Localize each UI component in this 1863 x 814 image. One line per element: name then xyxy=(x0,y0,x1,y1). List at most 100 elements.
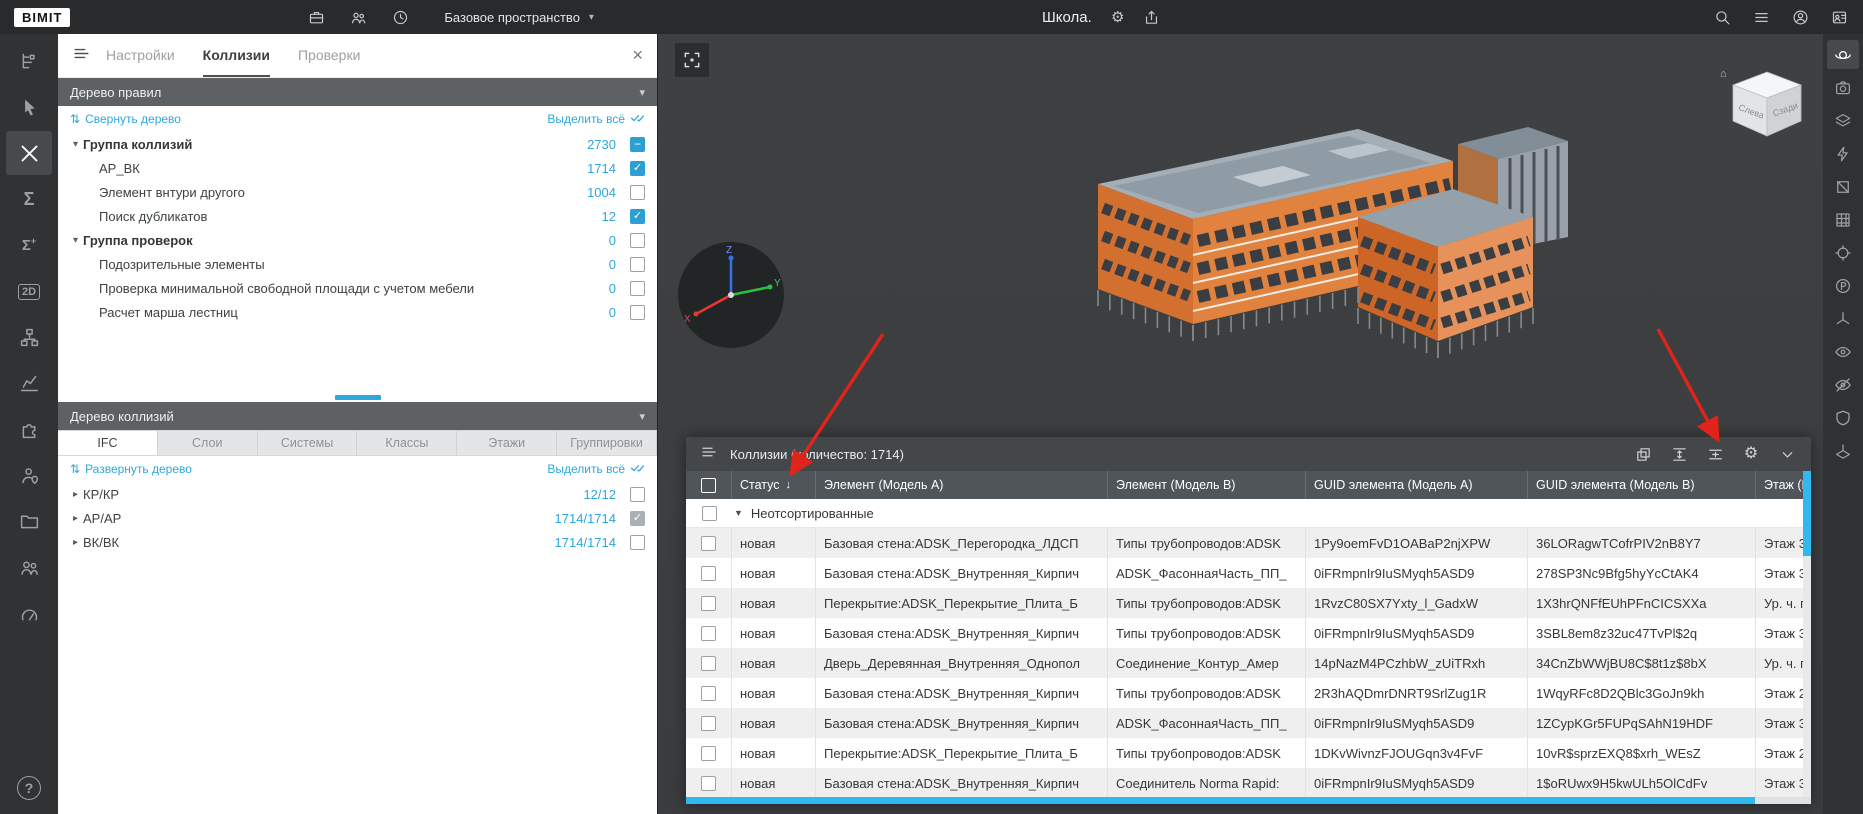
horizontal-scrollbar-thumb[interactable] xyxy=(686,797,1755,804)
checkbox[interactable]: ✓ xyxy=(630,208,645,224)
select-tool-icon[interactable] xyxy=(6,85,52,129)
table-row[interactable]: новая Базовая стена:ADSK_Перегородка_ЛДСП… xyxy=(686,528,1811,558)
checkbox[interactable] xyxy=(630,486,645,502)
group-collapse-triangle-icon[interactable]: ▼ xyxy=(734,508,743,518)
table-row[interactable]: новая Базовая стена:ADSK_Внутренняя_Кирпи… xyxy=(686,618,1811,648)
2d-icon[interactable]: 2D xyxy=(6,269,52,313)
checkbox[interactable] xyxy=(701,655,716,671)
grid-icon[interactable] xyxy=(1827,205,1859,234)
team-icon[interactable] xyxy=(348,7,368,27)
checkbox[interactable]: − xyxy=(630,136,645,152)
table-row[interactable]: новая Базовая стена:ADSK_Внутренняя_Кирпи… xyxy=(686,678,1811,708)
table-row[interactable]: новая Перекрытие:ADSK_Перекрытие_Плита_Б Т… xyxy=(686,738,1811,768)
layers-icon[interactable] xyxy=(1827,106,1859,135)
checkbox[interactable] xyxy=(701,625,716,641)
select-all-link[interactable]: Выделить всё xyxy=(547,460,645,478)
checkbox[interactable] xyxy=(701,565,716,581)
workspace-dropdown[interactable]: Базовое пространство ▾ xyxy=(444,10,594,25)
target-icon[interactable] xyxy=(1827,238,1859,267)
panel-tab-0[interactable]: Настройки xyxy=(106,34,175,77)
select-all-link[interactable]: Выделить всё xyxy=(547,110,645,128)
eye-icon[interactable] xyxy=(1827,337,1859,366)
checkbox[interactable] xyxy=(701,685,716,701)
person-location-icon[interactable] xyxy=(6,453,52,497)
navigation-gizmo[interactable]: Z Y X xyxy=(676,240,786,350)
briefcase-icon[interactable] xyxy=(306,7,326,27)
row-height-icon[interactable] xyxy=(1669,444,1689,464)
rules-tree-item[interactable]: Подозрительные элементы 0 xyxy=(58,252,657,276)
close-icon[interactable]: × xyxy=(632,45,643,66)
checkbox[interactable] xyxy=(701,775,716,791)
caret-down-icon[interactable]: ▾ xyxy=(68,139,83,150)
copy-icon[interactable] xyxy=(1633,444,1653,464)
checkbox[interactable] xyxy=(630,184,645,200)
collis-tab-1[interactable]: Слои xyxy=(158,431,258,455)
caret-right-icon[interactable]: ▸ xyxy=(68,489,83,500)
history-icon[interactable] xyxy=(390,7,410,27)
collapse-tree-link[interactable]: ⇅ Свернуть дерево xyxy=(70,112,181,126)
table-row[interactable]: новая Перекрытие:ADSK_Перекрытие_Плита_Б Т… xyxy=(686,588,1811,618)
rules-tree-item[interactable]: Поиск дубликатов 12 ✓ xyxy=(58,204,657,228)
clip-plane-icon[interactable] xyxy=(1827,436,1859,465)
vertical-scrollbar[interactable] xyxy=(1803,471,1811,797)
user-badge-icon[interactable] xyxy=(1829,7,1849,27)
collisions-tree-item[interactable]: ▸ АР/АР 1714/1714 ✓ xyxy=(58,506,657,530)
collision-group-row[interactable]: ▼ Неотсортированные xyxy=(686,499,1811,528)
shield-icon[interactable] xyxy=(1827,403,1859,432)
analytics-icon[interactable] xyxy=(6,361,52,405)
parking-icon[interactable] xyxy=(1827,271,1859,300)
panel-resize-handle[interactable] xyxy=(334,394,381,400)
rules-tree-item[interactable]: Расчет марша лестниц 0 xyxy=(58,300,657,324)
rules-tree-item[interactable]: Элемент внтури другого 1004 xyxy=(58,180,657,204)
column-header-4[interactable]: GUID элемента (Модель B) xyxy=(1528,471,1756,499)
table-row[interactable]: новая Базовая стена:ADSK_Внутренняя_Кирпи… xyxy=(686,768,1811,798)
checkbox[interactable]: ✓ xyxy=(630,160,645,176)
collisions-tree-item[interactable]: ▸ КР/КР 12/12 xyxy=(58,482,657,506)
checkbox[interactable] xyxy=(701,745,716,761)
caret-right-icon[interactable]: ▸ xyxy=(68,513,83,524)
collaboration-icon[interactable] xyxy=(6,545,52,589)
checkbox[interactable] xyxy=(701,715,716,731)
table-row[interactable]: новая Базовая стена:ADSK_Внутренняя_Кирпи… xyxy=(686,558,1811,588)
sum-plus-icon[interactable]: Σ+ xyxy=(6,223,52,267)
horizontal-scrollbar[interactable] xyxy=(686,797,1811,804)
collisions-tool-icon[interactable] xyxy=(6,131,52,175)
collis-tab-4[interactable]: Этажи xyxy=(457,431,558,455)
menu-list-icon[interactable] xyxy=(1751,7,1771,27)
table-row[interactable]: новая Дверь_Деревянная_Внутренняя_Однопол… xyxy=(686,648,1811,678)
eye-off-icon[interactable] xyxy=(1827,370,1859,399)
chevron-down-icon[interactable] xyxy=(1777,444,1797,464)
collis-tab-0[interactable]: IFC xyxy=(58,431,158,455)
table-row[interactable]: новая Базовая стена:ADSK_Внутренняя_Кирпи… xyxy=(686,708,1811,738)
checkbox[interactable]: ✓ xyxy=(630,510,645,526)
collis-tab-2[interactable]: Системы xyxy=(258,431,358,455)
sum-icon[interactable]: Σ xyxy=(6,177,52,221)
screenshot-area-icon[interactable] xyxy=(674,42,710,78)
collis-tree-header[interactable]: Дерево коллизий ▾ xyxy=(58,402,657,430)
caret-down-icon[interactable]: ▾ xyxy=(68,235,83,246)
checkbox[interactable] xyxy=(701,535,716,551)
model-tree-icon[interactable] xyxy=(6,39,52,83)
3d-viewport[interactable]: Z Y X ⌂ Слева Сзади Коллизии (количество… xyxy=(658,34,1823,814)
panel-tab-1[interactable]: Коллизии xyxy=(202,34,270,77)
plugins-icon[interactable] xyxy=(6,407,52,451)
checkbox[interactable] xyxy=(630,256,645,272)
checkbox[interactable] xyxy=(630,304,645,320)
gear-icon[interactable]: ⚙ xyxy=(1741,444,1761,464)
rules-tree-item[interactable]: Проверка минимальной свободной площади с… xyxy=(58,276,657,300)
panel-menu-icon[interactable] xyxy=(72,44,94,68)
panel-menu-icon[interactable] xyxy=(700,443,718,466)
checkbox[interactable] xyxy=(630,232,645,248)
view-cube[interactable]: ⌂ Слева Сзади xyxy=(1717,64,1817,150)
column-header-2[interactable]: Элемент (Модель B) xyxy=(1108,471,1306,499)
checkbox[interactable] xyxy=(630,280,645,296)
checkbox[interactable] xyxy=(701,505,717,521)
shared-folder-icon[interactable] xyxy=(6,499,52,543)
panel-tab-2[interactable]: Проверки xyxy=(298,34,360,77)
user-circle-icon[interactable] xyxy=(1790,7,1810,27)
column-header-1[interactable]: Элемент (Модель A) xyxy=(816,471,1108,499)
expand-tree-link[interactable]: ⇅ Развернуть дерево xyxy=(70,462,192,476)
distribute-icon[interactable] xyxy=(1705,444,1725,464)
checkbox[interactable] xyxy=(701,477,716,493)
sort-desc-icon[interactable]: ↓ xyxy=(786,479,792,491)
